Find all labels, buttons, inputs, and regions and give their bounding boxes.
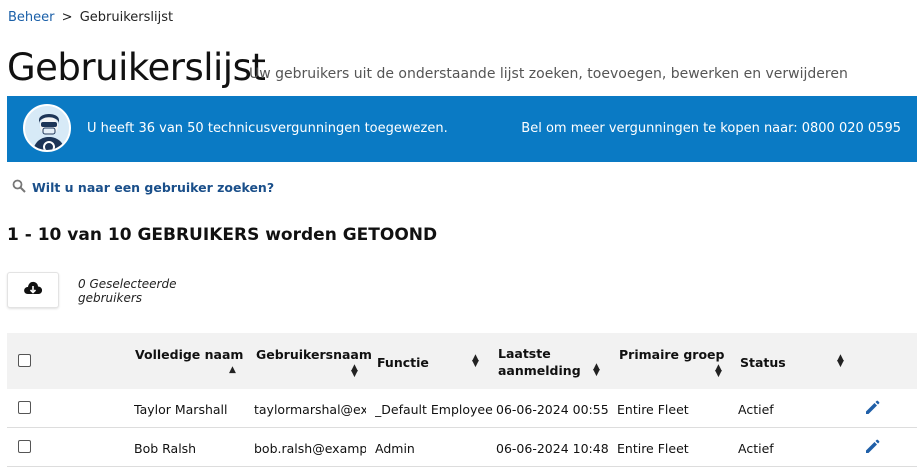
table-row[interactable]: Bob Ralsh bob.ralsh@examp… Admin 06-06-2…	[7, 428, 917, 467]
selected-users-count: 0 Geselecteerde gebruikers	[78, 277, 188, 305]
license-banner: U heeft 36 van 50 technicusvergunningen …	[7, 96, 917, 162]
download-button[interactable]	[7, 272, 59, 308]
cell-status: Actief	[738, 402, 774, 417]
search-icon	[12, 179, 26, 196]
users-count-heading: 1 - 10 van 10 GEBRUIKERS worden GETOOND	[7, 225, 438, 245]
cell-full-name: Bob Ralsh	[134, 441, 197, 456]
cell-function: _Default Employee	[375, 402, 493, 417]
license-message: U heeft 36 van 50 technicusvergunningen …	[87, 121, 448, 136]
column-header-last-login[interactable]: Laatste aanmelding ▲ ▼	[498, 333, 608, 389]
cell-function: Admin	[375, 441, 415, 456]
license-phone-text: Bel om meer vergunningen te kopen naar: …	[521, 121, 901, 136]
select-all-checkbox[interactable]	[18, 354, 31, 367]
cell-last-login: 06-06-2024 00:55	[496, 402, 609, 417]
breadcrumb-current: Gebruikerslijst	[79, 10, 174, 25]
technician-avatar-icon	[23, 104, 71, 152]
column-header-status[interactable]: Status ▲ ▼	[740, 333, 850, 389]
breadcrumb-link-beheer[interactable]: Beheer	[8, 10, 55, 25]
cell-primary-group: Entire Fleet	[617, 402, 689, 417]
column-header-full-name[interactable]: Volledige naam ▲	[135, 333, 245, 389]
page-title: Gebruikerslijst	[7, 46, 266, 89]
page-subtitle: Uw gebruikers uit de onderstaande lijst …	[249, 66, 848, 82]
selected-count-line1: 0 Geselecteerde	[78, 277, 177, 291]
cell-full-name: Taylor Marshall	[134, 402, 228, 417]
sort-icon: ▲ ▼	[351, 363, 358, 379]
sort-icon: ▲ ▼	[715, 363, 722, 379]
column-header-function[interactable]: Functie ▲ ▼	[377, 333, 487, 389]
column-header-username[interactable]: Gebruikersnaam ▲ ▼	[256, 333, 372, 389]
users-table: Volledige naam ▲ Gebruikersnaam ▲ ▼ Funct…	[7, 333, 917, 467]
cell-username: bob.ralsh@examp…	[254, 441, 366, 456]
sort-icon: ▲ ▼	[593, 362, 600, 378]
selected-count-line2: gebruikers	[78, 291, 143, 305]
pencil-icon[interactable]	[864, 400, 880, 416]
cell-username: taylormarshal@ex…	[254, 402, 366, 417]
search-users-link[interactable]: Wilt u naar een gebruiker zoeken?	[12, 179, 274, 196]
table-row[interactable]: Taylor Marshall taylormarshal@ex… _Defau…	[7, 389, 917, 428]
table-header: Volledige naam ▲ Gebruikersnaam ▲ ▼ Funct…	[7, 333, 917, 389]
search-users-label: Wilt u naar een gebruiker zoeken?	[32, 180, 275, 195]
row-checkbox[interactable]	[18, 440, 31, 453]
sort-icon: ▲ ▼	[837, 353, 844, 369]
sort-ascending-icon: ▲	[229, 365, 236, 375]
breadcrumb: Beheer > Gebruikerslijst	[8, 10, 173, 25]
cell-primary-group: Entire Fleet	[617, 441, 689, 456]
cell-status: Actief	[738, 441, 774, 456]
cloud-download-icon	[23, 280, 43, 301]
sort-icon: ▲ ▼	[472, 353, 479, 369]
cell-last-login: 06-06-2024 10:48	[496, 441, 609, 456]
breadcrumb-separator: >	[61, 10, 73, 25]
column-header-primary-group[interactable]: Primaire groep ▲ ▼	[619, 333, 729, 389]
row-checkbox[interactable]	[18, 401, 31, 414]
pencil-icon[interactable]	[864, 439, 880, 455]
